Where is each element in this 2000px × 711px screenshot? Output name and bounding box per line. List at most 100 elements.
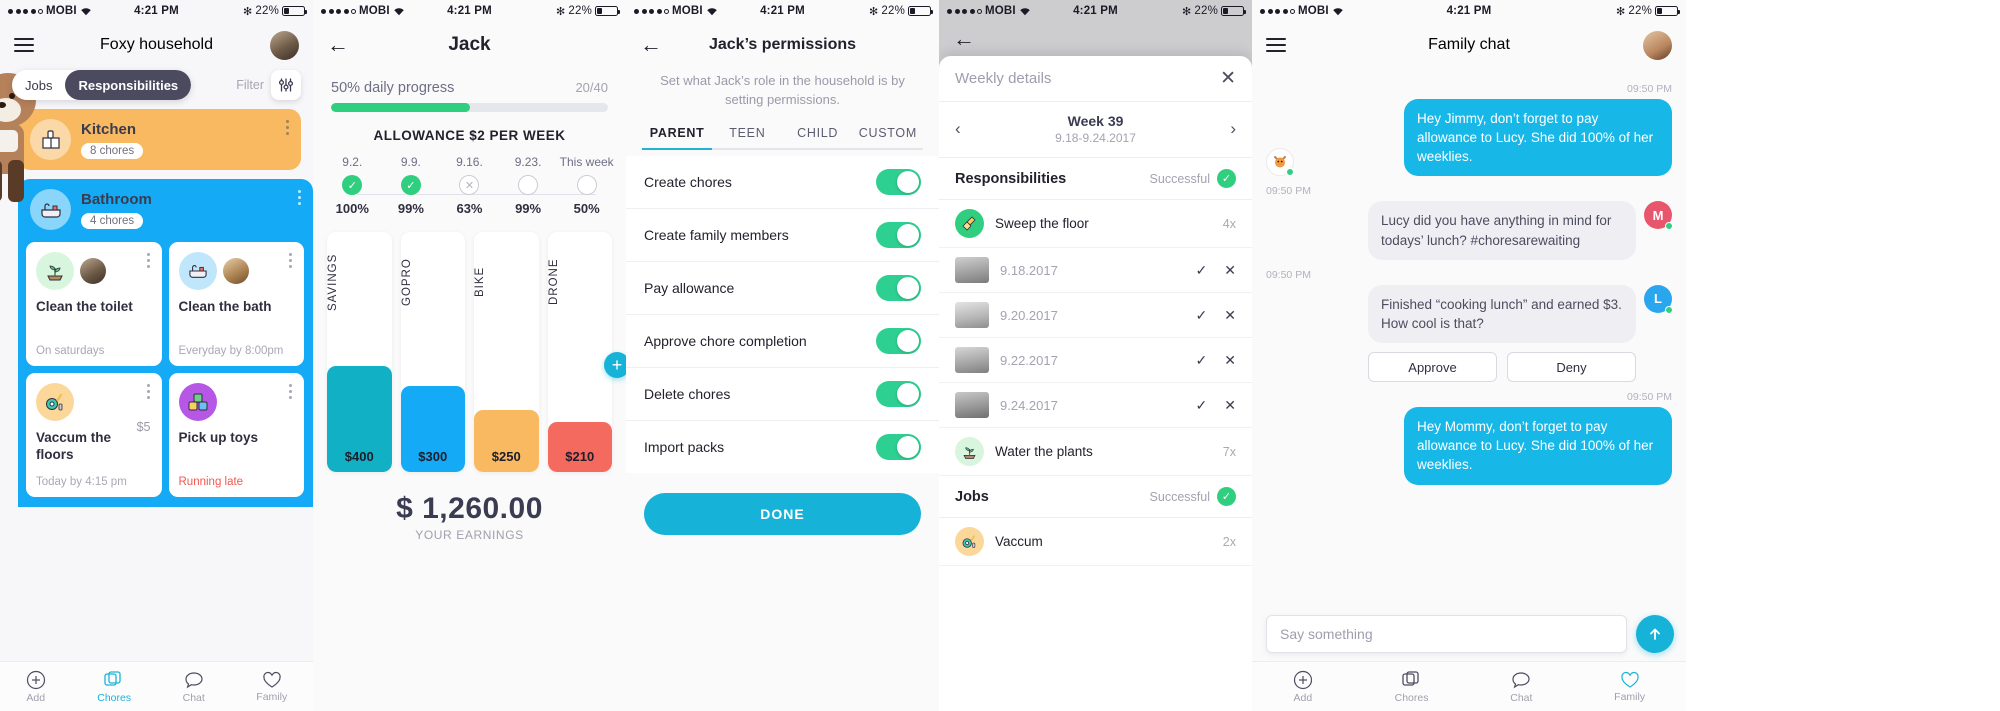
permission-toggle[interactable] (876, 274, 921, 301)
tab-parent[interactable]: PARENT (642, 126, 713, 150)
weekly-entry-row[interactable]: 9.20.2017 ✓ ✕ (939, 293, 1252, 338)
deny-icon[interactable]: ✕ (1224, 307, 1236, 324)
goal-value: $400 (344, 449, 374, 464)
goal-column[interactable]: BIKE $250 (474, 232, 539, 472)
goal-bar: $250 (474, 409, 539, 472)
plant-icon (36, 252, 74, 290)
message-time: 09:50 PM (1627, 83, 1672, 95)
message-bubble: Finished “cooking lunch” and earned $3. … (1368, 284, 1636, 344)
room-card-bathroom[interactable]: Bathroom 4 chores (18, 179, 313, 236)
back-icon[interactable]: ← (327, 34, 349, 56)
permission-row[interactable]: Create chores (626, 155, 939, 209)
room-more-icon[interactable] (286, 120, 289, 138)
chore-more-icon[interactable] (289, 384, 292, 402)
entry-photo (955, 392, 989, 418)
goal-column[interactable]: GOPRO $300 (400, 232, 465, 472)
chore-card[interactable]: Clean the bath Everyday by 8:00pm (168, 242, 304, 366)
approve-button[interactable]: Approve (1368, 352, 1497, 383)
back-icon[interactable]: ← (640, 34, 662, 56)
permission-row[interactable]: Approve chore completion (626, 314, 939, 368)
week-node-item[interactable]: 9.9. ✓ 99% (382, 155, 441, 216)
entry-date: 9.22.2017 (1000, 352, 1058, 368)
close-icon[interactable]: ✕ (1220, 69, 1236, 88)
deny-icon[interactable]: ✕ (1224, 397, 1236, 414)
week-node-item[interactable]: 9.2. ✓ 100% (323, 155, 382, 216)
chore-card[interactable]: Clean the toilet On saturdays (26, 242, 162, 366)
week-node-item[interactable]: 9.16. ✕ 63% (440, 155, 499, 216)
tab-jobs[interactable]: Jobs (12, 70, 65, 100)
permissions-list: Create chores Create family members Pay … (626, 155, 939, 473)
week-node-item[interactable]: 9.23. 99% (499, 155, 558, 216)
tab-family[interactable]: Family (1614, 671, 1645, 703)
chore-more-icon[interactable] (146, 253, 150, 271)
room-card-kitchen[interactable]: Kitchen 8 chores (18, 109, 301, 170)
battery-icon (1221, 5, 1246, 17)
permission-row[interactable]: Delete chores (626, 367, 939, 421)
deny-icon[interactable]: ✕ (1224, 352, 1236, 369)
goal-column[interactable]: SAVINGS $400 (327, 232, 392, 472)
menu-icon[interactable] (1266, 34, 1286, 56)
deny-button[interactable]: Deny (1507, 352, 1636, 383)
tab-label: Chores (1394, 691, 1429, 704)
weekly-entry-row[interactable]: 9.24.2017 ✓ ✕ (939, 383, 1252, 428)
cards-icon (1401, 670, 1419, 686)
permission-row[interactable]: Create family members (626, 208, 939, 262)
add-goal-button[interactable]: + (604, 352, 626, 378)
tab-chores[interactable]: Chores (97, 670, 131, 704)
earnings-block: $ 1,260.00 YOUR EARNINGS (313, 492, 626, 542)
chevron-right-icon[interactable]: › (1230, 119, 1236, 139)
message-time: 09:50 PM (1627, 391, 1672, 404)
send-button[interactable] (1636, 615, 1674, 653)
tab-family[interactable]: Family (256, 671, 287, 703)
entry-actions: ✓ ✕ (1196, 352, 1236, 369)
avatar[interactable] (1643, 30, 1672, 60)
weekly-entry-row[interactable]: 9.22.2017 ✓ ✕ (939, 338, 1252, 383)
navbar: ← Jack (313, 22, 626, 68)
tab-chat[interactable]: Chat (1510, 670, 1532, 704)
goal-value: $250 (491, 449, 521, 464)
approve-icon[interactable]: ✓ (1196, 262, 1208, 279)
room-more-icon[interactable] (298, 190, 301, 208)
permission-toggle[interactable] (876, 168, 921, 195)
tab-add[interactable]: Add (26, 670, 46, 704)
goal-column[interactable]: DRONE $210 (547, 232, 612, 472)
tab-add[interactable]: Add (1293, 670, 1313, 704)
chore-more-icon[interactable] (289, 253, 292, 271)
broom-icon (955, 209, 984, 238)
avatar[interactable] (270, 30, 299, 60)
screenshot-strip: MOBI 4:21 PM ✻ 22% Foxy household Jobs R… (0, 0, 2000, 711)
approve-icon[interactable]: ✓ (1196, 352, 1208, 369)
permission-row[interactable]: Import packs (626, 420, 939, 473)
weekly-chore-row[interactable]: Sweep the floor 4x (939, 200, 1252, 248)
tab-custom[interactable]: CUSTOM (852, 126, 923, 150)
done-button[interactable]: DONE (644, 492, 921, 535)
section-title: Jobs (955, 488, 989, 505)
approve-icon[interactable]: ✓ (1196, 307, 1208, 324)
week-percent: 99% (397, 201, 424, 216)
back-icon[interactable]: ← (953, 28, 975, 50)
permission-toggle[interactable] (876, 380, 921, 407)
week-percent: 99% (515, 201, 542, 216)
approve-icon[interactable]: ✓ (1196, 397, 1208, 414)
permission-row[interactable]: Pay allowance (626, 261, 939, 315)
permission-toggle[interactable] (876, 221, 921, 248)
chat-composer: Say something (1266, 615, 1674, 653)
week-navigator: ‹ Week 39 9.18-9.24.2017 › (939, 102, 1252, 158)
weekly-chore-row[interactable]: Vaccum 2x (939, 518, 1252, 566)
message-input[interactable]: Say something (1266, 615, 1627, 653)
weekly-chore-row[interactable]: Water the plants 7x (939, 428, 1252, 476)
tab-child[interactable]: CHILD (782, 126, 853, 150)
tab-chat[interactable]: Chat (183, 670, 205, 704)
deny-icon[interactable]: ✕ (1224, 262, 1236, 279)
filter-button[interactable] (271, 70, 301, 100)
week-node-item[interactable]: This week 50% (557, 155, 616, 216)
chore-card[interactable]: Pick up toys Running late (168, 373, 304, 497)
tab-responsibilities[interactable]: Responsibilities (65, 70, 192, 100)
permission-toggle[interactable] (876, 433, 921, 460)
tab-chores[interactable]: Chores (1394, 670, 1429, 704)
chore-card[interactable]: $5 Vaccum the floors Today by 4:15 pm (26, 373, 162, 497)
weekly-entry-row[interactable]: 9.18.2017 ✓ ✕ (939, 248, 1252, 293)
chore-more-icon[interactable] (146, 384, 150, 402)
tab-teen[interactable]: TEEN (712, 126, 783, 150)
permission-toggle[interactable] (876, 327, 921, 354)
